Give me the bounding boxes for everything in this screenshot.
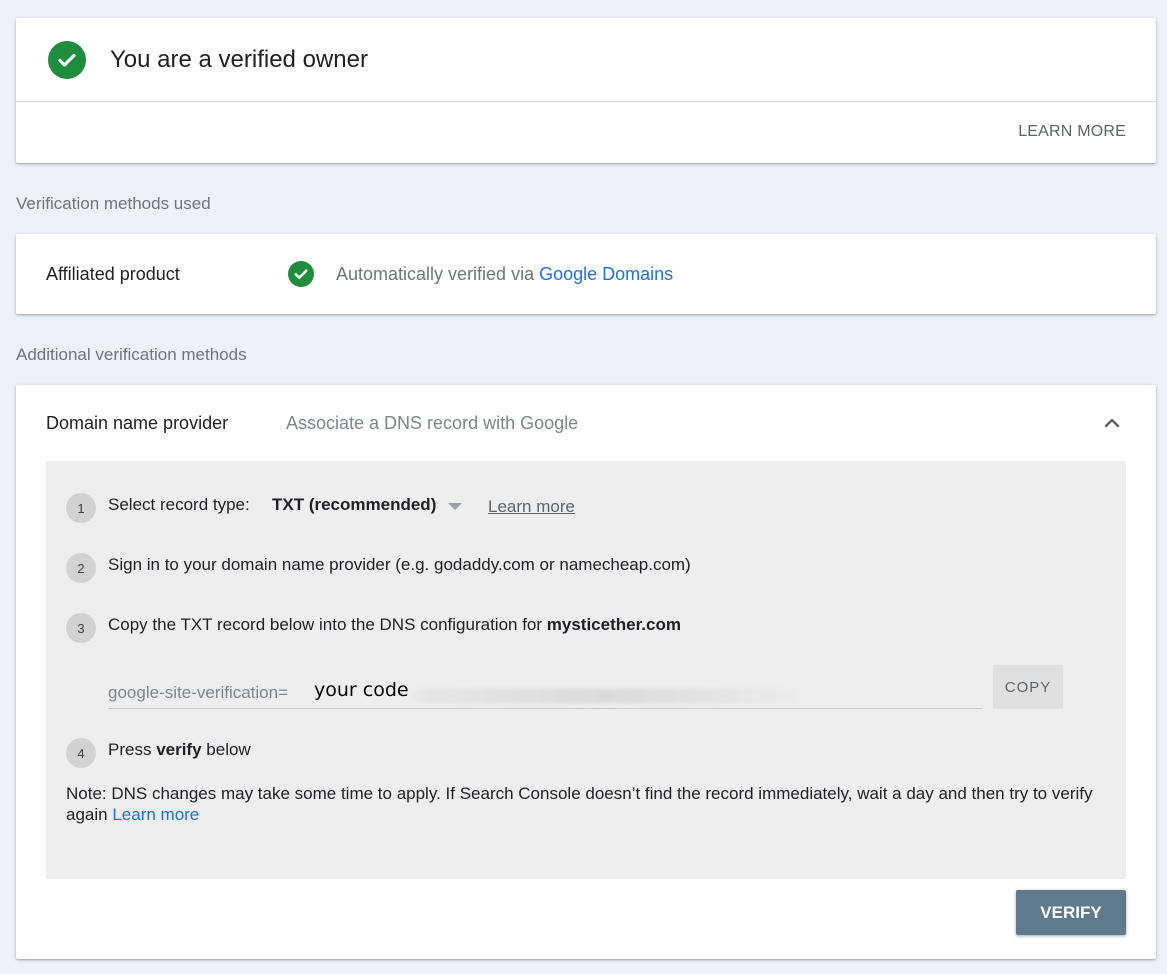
verified-owner-header: You are a verified owner: [16, 18, 1156, 102]
section-label-methods-used: Verification methods used: [16, 194, 211, 213]
check-circle-icon: [48, 40, 86, 79]
affiliated-desc-text: Automatically verified via: [336, 264, 540, 284]
step-number-4: 4: [66, 738, 96, 768]
domain-name-provider-card: Domain name provider Associate a DNS rec…: [16, 385, 1156, 959]
caret-down-icon: [448, 502, 463, 510]
record-type-select[interactable]: TXT (recommended): [272, 495, 463, 515]
step-4-text-after: below: [201, 740, 251, 759]
dns-note: Note: DNS changes may take some time to …: [66, 783, 1106, 825]
step-number-3: 3: [66, 613, 96, 643]
affiliated-product-label: Affiliated product: [46, 264, 180, 284]
step-number-2: 2: [66, 553, 96, 583]
step-3-text: Copy the TXT record below into the DNS c…: [108, 615, 681, 635]
txt-record-prefix: google-site-verification=: [108, 683, 289, 702]
affiliated-product-description: Automatically verified via Google Domain…: [336, 264, 673, 285]
domain-name-provider-description: Associate a DNS record with Google: [286, 413, 579, 433]
record-type-value: TXT (recommended): [272, 495, 437, 514]
check-circle-icon: [288, 261, 314, 287]
chevron-up-icon[interactable]: [1102, 413, 1122, 433]
step-4-text: Press verify below: [108, 740, 251, 760]
txt-record-field[interactable]: google-site-verification= your code: [108, 671, 982, 709]
step-4-text-bold: verify: [156, 740, 202, 759]
step-2-text: Sign in to your domain name provider (e.…: [108, 555, 691, 574]
verified-owner-title: You are a verified owner: [110, 45, 368, 73]
step-1-text: Select record type:: [108, 495, 250, 514]
domain-name-provider-label: Domain name provider: [46, 413, 229, 433]
step-3-text-main: Copy the TXT record below into the DNS c…: [108, 615, 547, 634]
learn-more-button[interactable]: LEARN MORE: [1018, 123, 1126, 141]
domain-name: mysticether.com: [546, 615, 681, 634]
google-domains-link[interactable]: Google Domains: [539, 264, 673, 284]
verified-owner-card: You are a verified owner LEARN MORE: [16, 18, 1156, 163]
section-label-additional-methods: Additional verification methods: [16, 345, 247, 364]
dns-instructions-panel: 1 Select record type: TXT (recommended) …: [46, 461, 1126, 879]
step-number-1: 1: [66, 493, 96, 523]
verified-owner-footer: LEARN MORE: [16, 102, 1156, 162]
step-4-text-before: Press: [108, 740, 157, 759]
txt-record-code: your code: [314, 679, 409, 701]
redacted-code-blur: [414, 689, 798, 703]
dns-note-text: Note: DNS changes may take some time to …: [66, 784, 1093, 824]
note-learn-more-link[interactable]: Learn more: [112, 805, 199, 824]
affiliated-product-card: Affiliated product Automatically verifie…: [16, 234, 1156, 314]
record-type-learn-more-link[interactable]: Learn more: [488, 497, 575, 517]
copy-button[interactable]: COPY: [993, 665, 1063, 709]
verify-button[interactable]: VERIFY: [1016, 890, 1126, 935]
